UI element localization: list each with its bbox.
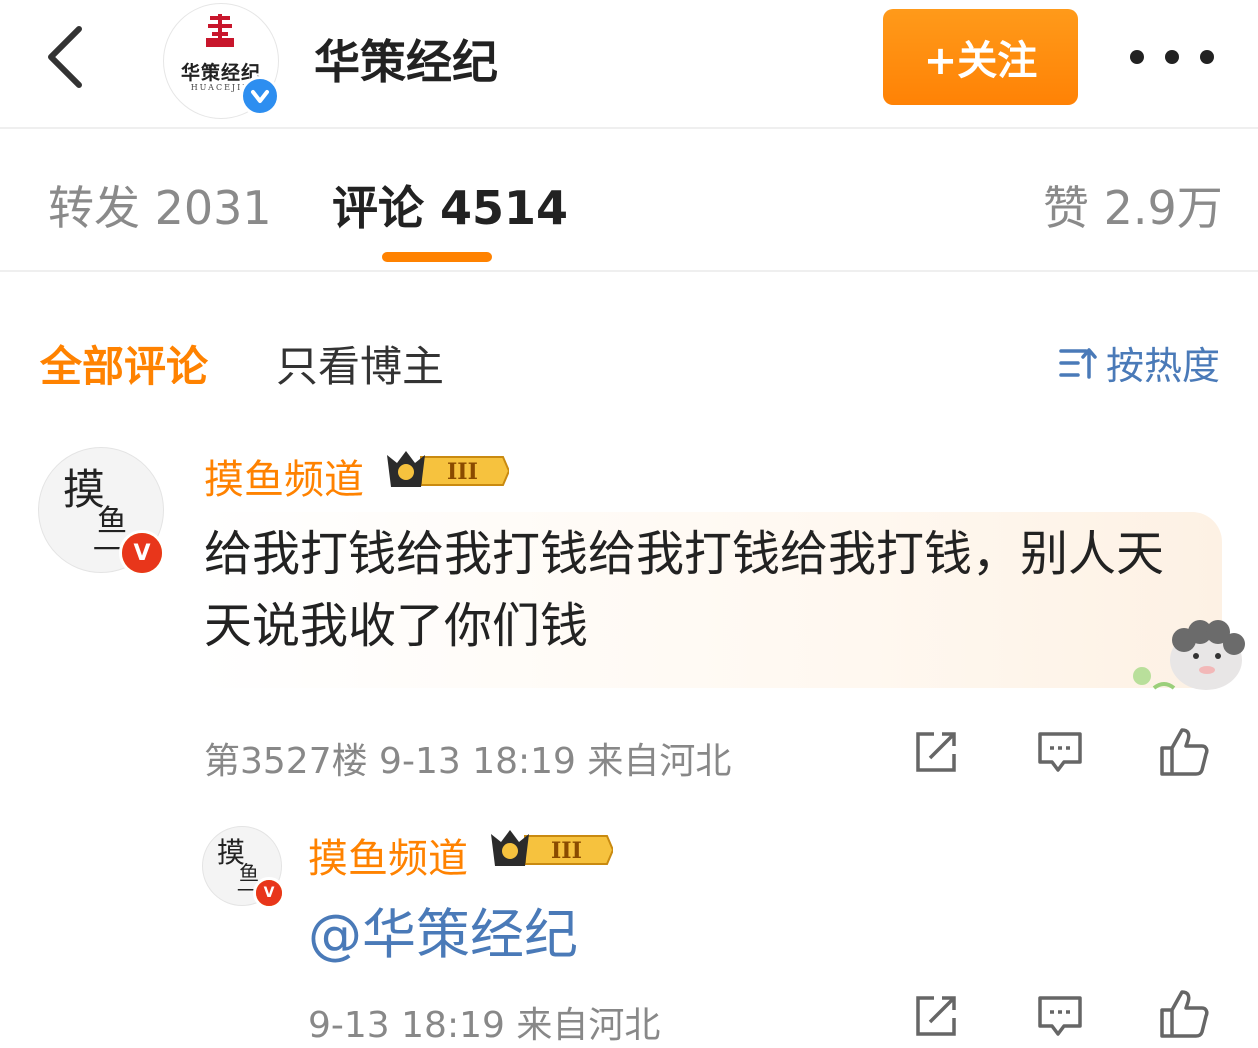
author-avatar[interactable]: 华策经纪 HUACEJIN <box>163 3 280 119</box>
tab-repost[interactable]: 转发 2031 <box>48 172 272 238</box>
repost-button[interactable] <box>906 722 966 782</box>
divider <box>0 270 1258 272</box>
comment-meta: 第3527楼 9-13 18:19 来自河北 <box>204 741 732 782</box>
sort-icon <box>1059 347 1097 379</box>
sort-label: 按热度 <box>1106 344 1221 388</box>
reply-meta: 9-13 18:19 来自河北 <box>308 1005 661 1046</box>
follow-button[interactable]: +关注 <box>883 9 1078 105</box>
sort-button[interactable]: 按热度 <box>1058 335 1220 390</box>
comment-icon <box>1038 732 1082 772</box>
back-arrow-icon <box>48 26 82 88</box>
crown-icon: III <box>491 830 613 866</box>
active-tab-indicator <box>382 252 492 262</box>
reply-like-button[interactable] <box>1154 984 1214 1044</box>
like-button[interactable] <box>1154 722 1214 782</box>
reply-button[interactable] <box>1030 722 1090 782</box>
commenter-avatar[interactable]: 摸 鱼 一 V <box>38 447 165 576</box>
tab-like[interactable]: 赞 2.9万 <box>1043 172 1223 238</box>
like-icon <box>1160 990 1209 1038</box>
commenter-name[interactable]: 摸鱼频道 <box>204 447 364 505</box>
level-badge: III <box>551 838 582 864</box>
comment-text[interactable]: 给我打钱给我打钱给我打钱给我打钱，别人天天说我收了你们钱 <box>204 518 1204 662</box>
avatar-char: 一 <box>93 533 122 566</box>
back-button[interactable] <box>40 22 90 92</box>
mention-link[interactable]: @华策经纪 <box>308 890 578 969</box>
reply-avatar[interactable]: 摸 鱼 一 V <box>202 826 285 909</box>
tab-comment[interactable]: 评论 4514 <box>332 172 568 238</box>
page-title[interactable]: 华策经纪 <box>314 26 498 92</box>
divider <box>0 127 1258 129</box>
sheep-sticker-icon <box>1133 620 1245 690</box>
vip-badge-icon: V <box>119 530 165 576</box>
comment-icon <box>1038 996 1082 1036</box>
vip-badge-icon: V <box>253 877 285 909</box>
level-badge: III <box>447 459 478 485</box>
reply-user-name[interactable]: 摸鱼频道 <box>308 826 468 884</box>
repost-icon <box>916 996 956 1036</box>
reply-repost-button[interactable] <box>906 986 966 1046</box>
repost-icon <box>916 732 956 772</box>
reply-comment-button[interactable] <box>1030 986 1090 1046</box>
like-icon <box>1160 728 1209 776</box>
brand-seal-icon <box>206 14 234 47</box>
filter-all-comments[interactable]: 全部评论 <box>40 333 208 394</box>
filter-author-only[interactable]: 只看博主 <box>276 333 444 394</box>
crown-icon: III <box>387 451 509 487</box>
verified-icon <box>240 76 280 116</box>
more-icon[interactable] <box>1130 40 1214 74</box>
